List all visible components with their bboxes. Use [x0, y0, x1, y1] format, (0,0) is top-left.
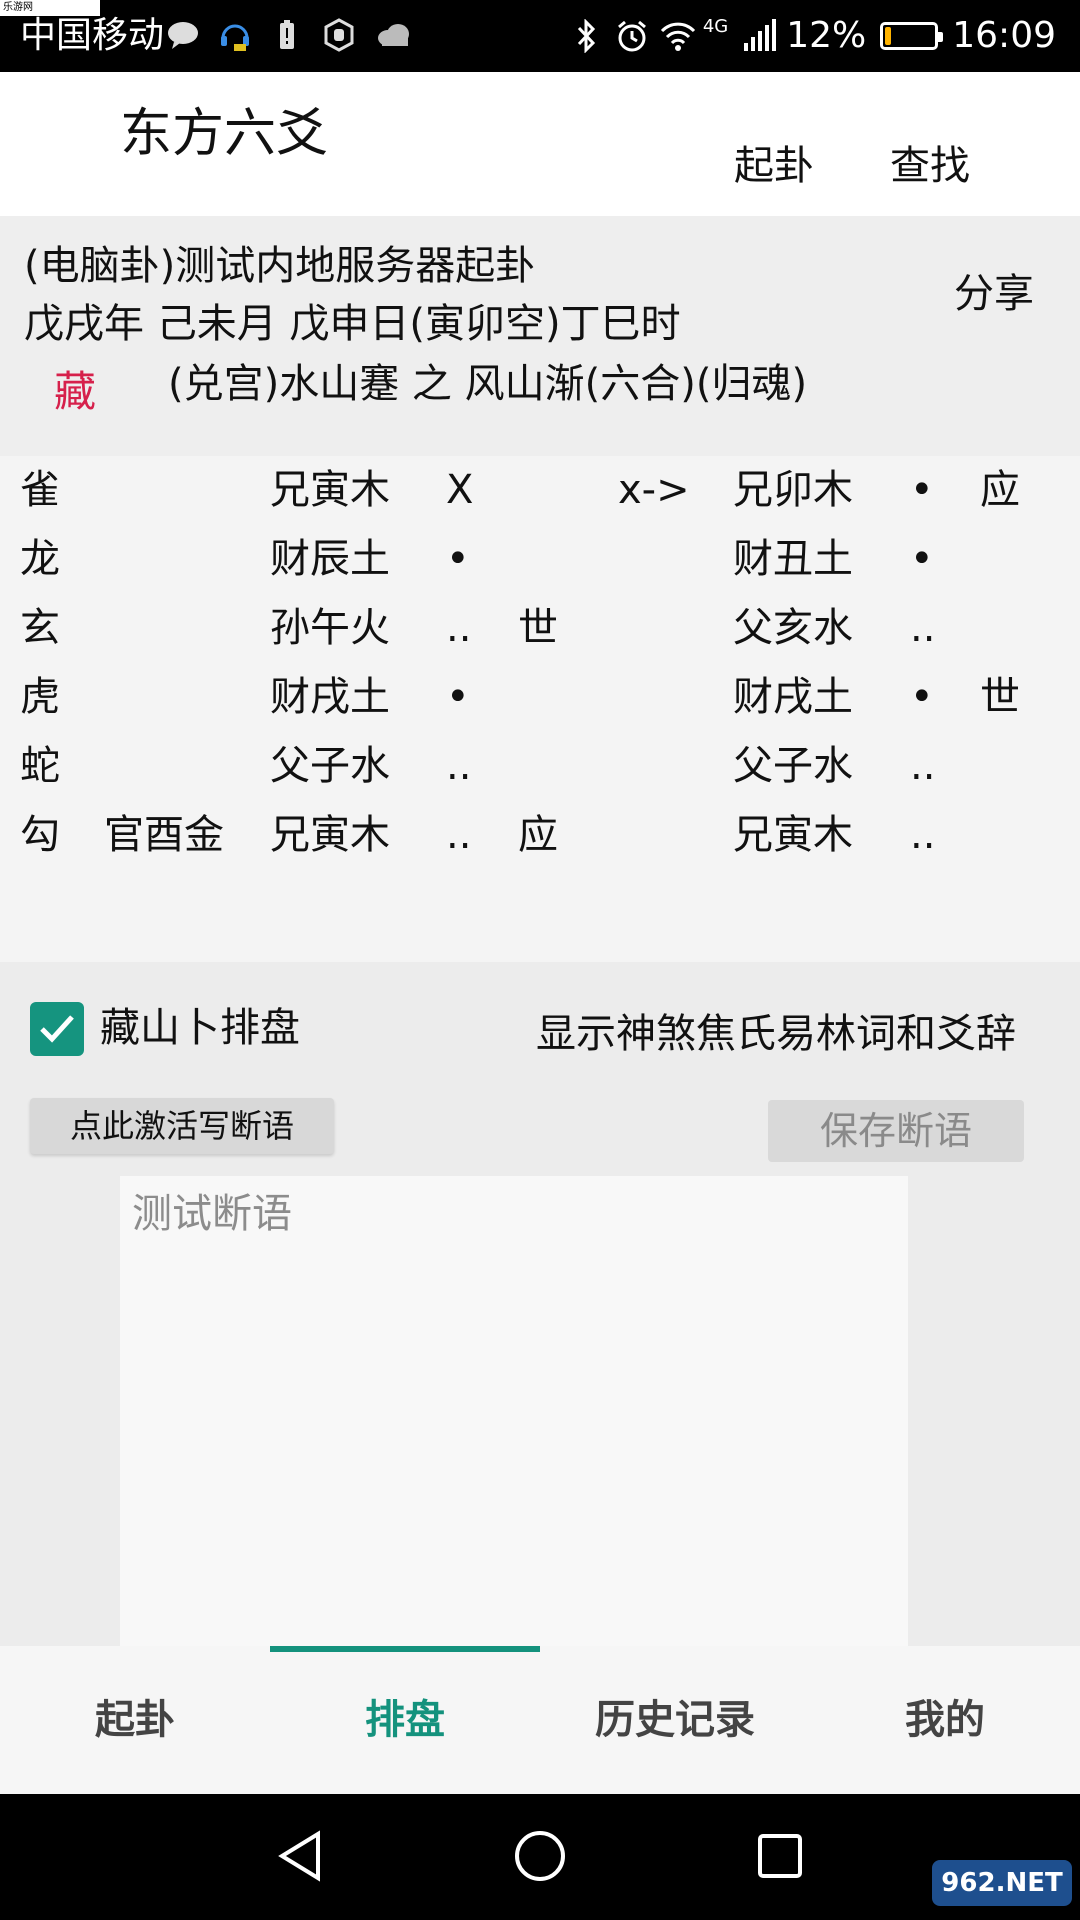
qigua-action-button[interactable]: 起卦	[734, 140, 814, 192]
changed-mark-cell: •	[910, 467, 934, 513]
main-yao-cell: 父子水	[270, 743, 390, 789]
gua-source-text: (电脑卦)测试内地服务器起卦	[24, 243, 536, 289]
six-god-cell: 蛇	[20, 743, 60, 789]
cloud-icon	[374, 18, 409, 52]
main-yao-cell: 财辰土	[270, 536, 390, 582]
notes-textarea[interactable]: 测试断语	[120, 1176, 908, 1646]
six-god-cell: 龙	[20, 536, 60, 582]
changed-yao-cell: 兄寅木	[733, 812, 853, 858]
main-yao-cell: 财戌土	[270, 674, 390, 720]
tab-mine[interactable]: 我的	[810, 1646, 1080, 1794]
changed-mark-cell: ..	[910, 743, 936, 789]
main-yao-cell: 兄寅木	[270, 467, 390, 513]
notes-placeholder: 测试断语	[132, 1191, 292, 1237]
status-bar: 乐游网 www.962.net 中国移动 4G 12% 16:09	[0, 0, 1080, 72]
date-ganzhi-text: 戊戌年 己未月 戊申日(寅卯空)丁巳时	[24, 301, 681, 347]
hand-icon	[322, 18, 356, 52]
chat-bubble-icon	[166, 18, 200, 52]
notification-icons	[166, 18, 409, 52]
yao-row: 龙 财辰土 • 财丑土 •	[0, 525, 1080, 594]
changed-mark-cell: •	[910, 674, 934, 720]
system-nav-bar: 962.NET	[0, 1794, 1080, 1920]
signal-icon	[742, 19, 777, 53]
yao-mark-cell: ..	[446, 605, 472, 651]
changed-yao-cell: 父亥水	[733, 605, 853, 651]
six-god-cell: 玄	[20, 605, 60, 651]
changed-mark-cell: ..	[910, 605, 936, 651]
find-action-button[interactable]: 查找	[890, 140, 970, 192]
battery-saver-icon	[270, 18, 304, 52]
show-shensha-link[interactable]: 显示神煞焦氏易林词和爻辞	[536, 1006, 1016, 1062]
changed-shi-ying-cell: 世	[980, 674, 1020, 720]
changed-mark-cell: •	[910, 536, 934, 582]
zangshanbu-label[interactable]: 藏山卜排盘	[100, 1000, 300, 1056]
app-bar: 东方六爻 起卦 查找	[0, 72, 1080, 216]
carrier-name: 中国移动	[20, 15, 165, 56]
shi-ying-cell: 应	[518, 812, 558, 858]
six-god-cell: 勾	[20, 812, 60, 858]
six-god-cell: 虎	[20, 674, 60, 720]
main-yao-cell: 孙午火	[270, 605, 390, 651]
battery-icon	[880, 22, 944, 50]
watermark-badge: 962.NET	[932, 1860, 1072, 1906]
status-right: 4G 12% 16:09	[571, 14, 1056, 58]
tab-history[interactable]: 历史记录	[540, 1646, 810, 1794]
bluetooth-icon	[571, 18, 601, 54]
share-button[interactable]: 分享	[954, 268, 1034, 320]
changed-shi-ying-cell: 应	[980, 467, 1020, 513]
headset-icon	[218, 18, 252, 52]
change-arrow-cell: x->	[618, 467, 690, 513]
changed-yao-cell: 财丑土	[733, 536, 853, 582]
shi-ying-cell: 世	[518, 605, 558, 651]
wifi-icon	[659, 19, 695, 53]
activate-notes-button[interactable]: 点此激活写断语	[30, 1098, 334, 1154]
yao-row: 蛇 父子水 .. 父子水 ..	[0, 732, 1080, 801]
back-icon[interactable]	[270, 1824, 334, 1888]
yao-mark-cell: ..	[446, 743, 472, 789]
network-type: 4G	[702, 16, 729, 37]
six-god-cell: 雀	[20, 467, 60, 513]
yao-mark-cell: •	[446, 536, 470, 582]
changed-yao-cell: 父子水	[733, 743, 853, 789]
check-icon	[40, 1015, 74, 1043]
gua-name-text: (兑宫)水山蹇 之 风山渐(六合)(归魂)	[168, 361, 808, 407]
zangshanbu-checkbox[interactable]	[30, 1002, 84, 1056]
hidden-yao-cell: 官酉金	[104, 812, 224, 858]
tab-paipan[interactable]: 排盘	[270, 1646, 540, 1794]
alarm-icon	[615, 19, 646, 53]
changed-yao-cell: 兄卯木	[733, 467, 853, 513]
home-icon[interactable]	[508, 1824, 572, 1888]
cang-toggle[interactable]: 藏	[54, 364, 96, 420]
app-title: 东方六爻	[120, 104, 329, 164]
yao-row: 玄 孙午火 .. 世 父亥水 ..	[0, 594, 1080, 663]
changed-yao-cell: 财戌土	[733, 674, 853, 720]
yao-mark-cell: ..	[446, 812, 472, 858]
main-yao-cell: 兄寅木	[270, 812, 390, 858]
changed-mark-cell: ..	[910, 812, 936, 858]
bottom-nav: 起卦 排盘 历史记录 我的	[0, 1646, 1080, 1794]
tab-qigua[interactable]: 起卦	[0, 1646, 270, 1794]
yao-row: 雀 兄寅木 X x-> 兄卯木 • 应	[0, 456, 1080, 525]
clock: 16:09	[952, 15, 1056, 56]
battery-percent: 12%	[786, 15, 867, 56]
battery-fill	[885, 27, 892, 45]
recent-apps-icon[interactable]	[748, 1824, 812, 1888]
hexagram-table: 雀 兄寅木 X x-> 兄卯木 • 应 龙 财辰土 • 财丑土 • 玄 孙午火 …	[0, 456, 1080, 962]
options-panel: 藏山卜排盘 显示神煞焦氏易林词和爻辞 点此激活写断语 保存断语 测试断语	[0, 962, 1080, 1646]
yao-row: 勾 官酉金 兄寅木 .. 应 兄寅木 ..	[0, 801, 1080, 870]
yao-row: 虎 财戌土 • 财戌土 • 世	[0, 663, 1080, 732]
yao-mark-cell: •	[446, 674, 470, 720]
gua-header: (电脑卦)测试内地服务器起卦 戊戌年 己未月 戊申日(寅卯空)丁巳时 分享 藏 …	[0, 216, 1080, 456]
yao-mark-cell: X	[446, 467, 474, 513]
save-notes-button[interactable]: 保存断语	[768, 1100, 1024, 1162]
